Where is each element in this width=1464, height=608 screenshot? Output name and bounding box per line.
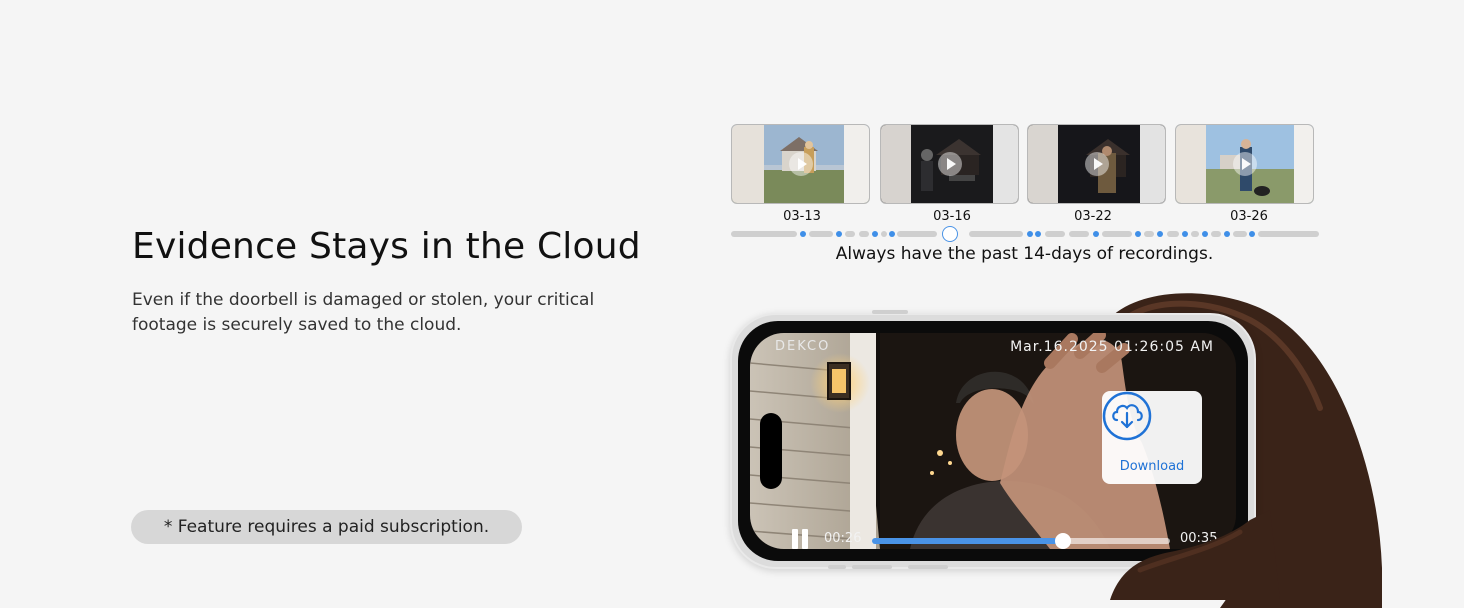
current-time: 00:26 [824, 531, 862, 546]
timeline-handle[interactable] [942, 226, 958, 242]
timeline-event-dot [800, 231, 806, 237]
timeline-event-dot [1157, 231, 1163, 237]
playback-progress-fill [872, 538, 1063, 544]
timeline-event-dot [1035, 231, 1041, 237]
timeline-event-dot [1135, 231, 1141, 237]
timeline-segment [809, 231, 833, 237]
timeline-segment [1069, 231, 1089, 237]
timeline-segment [1144, 231, 1154, 237]
timeline-event-dot [1224, 231, 1230, 237]
subscription-note: * Feature requires a paid subscription. [131, 510, 522, 544]
timeline-event-dot [1027, 231, 1033, 237]
timeline-segment [1045, 231, 1065, 237]
timeline-segment [845, 231, 855, 237]
description: Even if the doorbell is damaged or stole… [132, 290, 595, 335]
play-icon [788, 152, 813, 176]
timeline-event-dot [1249, 231, 1255, 237]
timeline-segment [969, 231, 1023, 237]
timeline-segment [881, 231, 887, 237]
timeline-segment [1102, 231, 1132, 237]
pause-icon[interactable] [790, 529, 810, 549]
phone-button [828, 565, 846, 569]
thumb-illustration [1110, 510, 1280, 600]
timeline-segment [1233, 231, 1247, 237]
timeline-segment [1191, 231, 1199, 237]
timeline-event-dot [1202, 231, 1208, 237]
recording-thumbnail-2[interactable] [880, 124, 1019, 204]
recording-thumbnail-1[interactable] [731, 124, 870, 204]
timeline-segment [1211, 231, 1221, 237]
timeline-segment [1258, 231, 1319, 237]
timeline-segment [1167, 231, 1179, 237]
cloud-download-icon [1102, 391, 1152, 441]
video-timestamp: Mar.16.2025 01:26:05 AM [1010, 339, 1214, 355]
recording-thumbnails [731, 124, 1318, 204]
phone-button [872, 310, 908, 314]
play-icon [1232, 152, 1257, 176]
recording-thumbnail-4[interactable] [1175, 124, 1314, 204]
recording-date-3: 03-22 [1074, 209, 1112, 224]
phone-button [852, 565, 892, 569]
timeline-event-dot [1093, 231, 1099, 237]
recording-date-4: 03-26 [1230, 209, 1268, 224]
camera-brand: DEKCO [775, 339, 831, 354]
timeline-segment [731, 231, 797, 237]
timeline-segment [897, 231, 937, 237]
timeline-event-dot [872, 231, 878, 237]
recording-timeline[interactable] [731, 226, 1319, 242]
phone-button [908, 565, 948, 569]
timeline-event-dot [836, 231, 842, 237]
headline: Evidence Stays in the Cloud [132, 226, 641, 267]
timeline-event-dot [1182, 231, 1188, 237]
timeline-event-dot [889, 231, 895, 237]
play-icon [1084, 152, 1109, 176]
recording-thumbnail-3[interactable] [1027, 124, 1166, 204]
dynamic-island [760, 413, 782, 489]
timeline-segment [859, 231, 869, 237]
playback-scrubber[interactable] [1054, 533, 1071, 549]
recording-date-1: 03-13 [783, 209, 821, 224]
recordings-caption: Always have the past 14-days of recordin… [835, 244, 1214, 264]
play-icon [937, 152, 962, 176]
recording-date-2: 03-16 [933, 209, 971, 224]
